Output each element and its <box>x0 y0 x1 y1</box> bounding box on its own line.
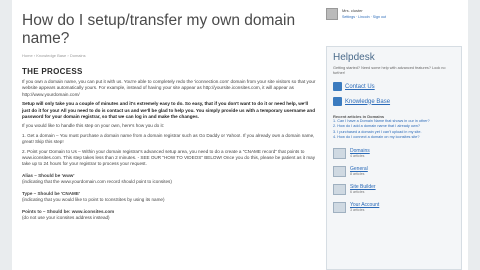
sidebar: Mrs. cluster Settings · Lincoln · Sign o… <box>320 0 468 270</box>
category-site-builder[interactable]: Site Builder 6 articles <box>333 183 455 195</box>
page-title: How do I setup/transfer my own domain na… <box>22 12 296 47</box>
folder-icon <box>333 201 346 213</box>
helpdesk-title: Helpdesk <box>333 52 375 63</box>
breadcrumb-home[interactable]: Home <box>22 53 33 58</box>
category-count: 4 articles <box>350 154 365 159</box>
user-name: Mrs. cluster <box>342 8 363 13</box>
process-heading: THE PROCESS <box>22 67 83 76</box>
setup-text: Setup will only take you a couple of min… <box>22 101 316 120</box>
book-icon <box>333 97 342 106</box>
main-content: How do I setup/transfer my own domain na… <box>22 0 316 270</box>
points-note: (do not use your iconsites address inste… <box>22 214 110 220</box>
breadcrumb: Home › Knowledge Base › Domains <box>22 53 86 58</box>
knowledge-base-label: Knowledge Base <box>345 98 391 105</box>
self-intro-text: If you would like to handle this step on… <box>22 123 165 129</box>
recent-article[interactable]: 4. How do I connect a domain on my icons… <box>333 135 455 140</box>
category-count: 6 articles <box>350 190 365 195</box>
recent-articles: 1. Can I have a Domain Name that shows i… <box>333 119 455 141</box>
user-panel: Mrs. cluster Settings · Lincoln · Sign o… <box>320 0 468 36</box>
folder-icon <box>333 147 346 159</box>
user-links[interactable]: Settings · Lincoln · Sign out <box>342 15 386 19</box>
intro-text: If you own a domain name, you can put it… <box>22 79 316 97</box>
avatar[interactable] <box>326 8 338 20</box>
category-count: 3 articles <box>350 208 365 213</box>
knowledge-base-link[interactable]: Knowledge Base <box>333 97 455 106</box>
step-1: 1. Get a domain – You must purchase a do… <box>22 132 315 145</box>
category-domains[interactable]: Domains 4 articles <box>333 147 455 159</box>
helpdesk-panel: Helpdesk Getting started? Need some help… <box>326 46 462 270</box>
breadcrumb-kb[interactable]: Knowledge Base <box>36 53 66 58</box>
contact-us-link[interactable]: Contact Us <box>333 82 455 91</box>
mail-icon <box>333 82 342 91</box>
alias-note: (indicating that the www.yourdomain.com … <box>22 179 172 185</box>
page: How do I setup/transfer my own domain na… <box>12 0 468 270</box>
category-your-account[interactable]: Your Account 3 articles <box>333 201 455 213</box>
breadcrumb-domains[interactable]: Domains <box>70 53 86 58</box>
category-general[interactable]: General 8 articles <box>333 165 455 177</box>
folder-icon <box>333 165 346 177</box>
contact-us-label: Contact Us <box>345 83 375 90</box>
folder-icon <box>333 183 346 195</box>
step-2: 2. Point your Domain to Us – Within your… <box>22 148 316 167</box>
category-count: 8 articles <box>350 172 365 177</box>
helpdesk-subtitle: Getting started? Need some help with adv… <box>333 66 446 75</box>
type-note: (indicating that you would like to point… <box>22 197 165 203</box>
